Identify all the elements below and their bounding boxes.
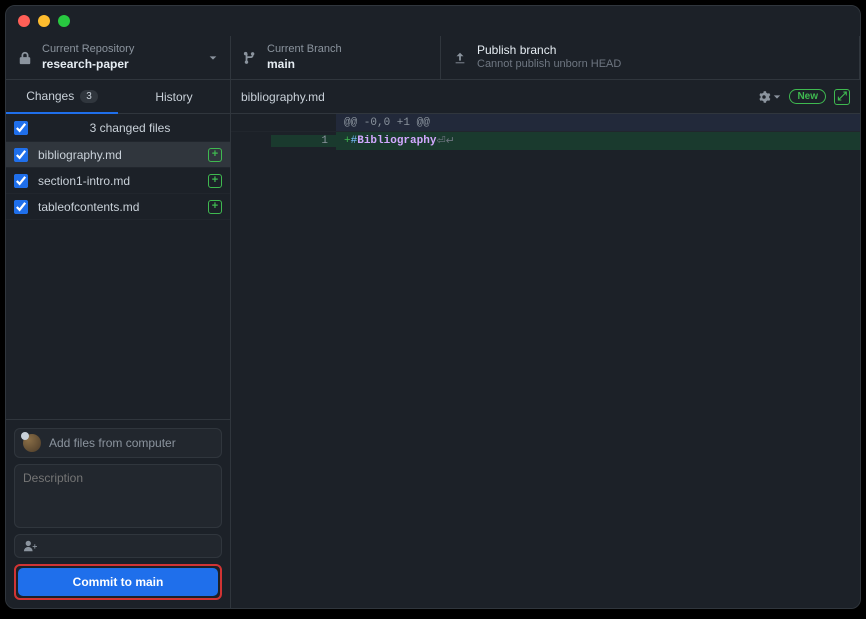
commit-description-input[interactable] [14,464,222,528]
expand-diff-button[interactable]: ⤢ [834,89,850,105]
branch-name: main [267,57,342,72]
tab-changes[interactable]: Changes 3 [6,80,118,114]
new-file-badge: New [789,89,826,104]
diff-code: +# Bibliography⏎↵ [336,132,860,150]
maximize-window-button[interactable] [58,15,70,27]
main-area: Changes 3 History 3 changed files biblio… [6,80,860,608]
file-name: bibliography.md [38,148,198,162]
commit-form: Commit to main [6,419,230,608]
diff-plus-marker: + [344,135,351,147]
file-checkbox[interactable] [14,174,28,188]
titlebar [6,6,860,36]
commit-summary-input[interactable] [49,436,213,450]
changed-file-list: bibliography.md + section1-intro.md + ta… [6,142,230,419]
upload-icon [453,51,467,65]
hunk-info: @@ -0,0 +1 @@ [336,114,860,131]
changes-count-badge: 3 [80,90,98,103]
sidebar-tabs: Changes 3 History [6,80,230,114]
toolbar: Current Repository research-paper Curren… [6,36,860,80]
publish-label: Publish branch [477,43,621,58]
lock-icon [18,51,32,65]
publish-subtitle: Cannot publish unborn HEAD [477,58,621,72]
minimize-window-button[interactable] [38,15,50,27]
tab-changes-label: Changes [26,89,74,103]
commit-button-highlight: Commit to main [14,564,222,600]
changed-files-count: 3 changed files [38,121,222,135]
commit-button-prefix: Commit to [73,575,136,589]
added-icon: + [208,174,222,188]
commit-summary-row [14,428,222,458]
current-branch-dropdown[interactable]: Current Branch main [231,36,441,79]
file-checkbox[interactable] [14,148,28,162]
chevron-down-icon [208,53,218,63]
diff-filename: bibliography.md [241,90,749,104]
diff-line[interactable]: 1 +# Bibliography⏎↵ [231,132,860,150]
app-window: Current Repository research-paper Curren… [5,5,861,609]
diff-markdown-heading: # [351,135,358,147]
diff-pane: bibliography.md New ⤢ @@ -0,0 +1 @@ 1 +#… [231,80,860,608]
person-add-icon [23,539,37,553]
commit-button-branch: main [135,575,163,589]
commit-button[interactable]: Commit to main [18,568,218,596]
repo-label: Current Repository [42,43,134,57]
file-row[interactable]: section1-intro.md + [6,168,230,194]
select-all-checkbox[interactable] [14,121,28,135]
diff-content-text: Bibliography [357,135,436,147]
current-repository-dropdown[interactable]: Current Repository research-paper [6,36,231,79]
sidebar: Changes 3 History 3 changed files biblio… [6,80,231,608]
changed-files-header: 3 changed files [6,114,230,142]
git-branch-icon [243,51,257,65]
added-icon: + [208,148,222,162]
tab-history-label: History [155,90,192,104]
file-checkbox[interactable] [14,200,28,214]
diff-settings-button[interactable] [757,90,781,104]
repo-name: research-paper [42,57,134,72]
file-row[interactable]: bibliography.md + [6,142,230,168]
publish-branch-button[interactable]: Publish branch Cannot publish unborn HEA… [441,36,860,79]
avatar [23,434,41,452]
add-coauthor-button[interactable] [14,534,222,558]
close-window-button[interactable] [18,15,30,27]
file-name: section1-intro.md [38,174,198,188]
diff-header: bibliography.md New ⤢ [231,80,860,114]
whitespace-indicator-icon: ⏎↵ [436,134,454,148]
file-row[interactable]: tableofcontents.md + [6,194,230,220]
branch-label: Current Branch [267,43,342,57]
file-name: tableofcontents.md [38,200,198,214]
tab-history[interactable]: History [118,80,230,114]
line-number: 1 [271,135,336,147]
added-icon: + [208,200,222,214]
diff-hunk-header: @@ -0,0 +1 @@ [231,114,860,132]
traffic-lights [18,15,70,27]
